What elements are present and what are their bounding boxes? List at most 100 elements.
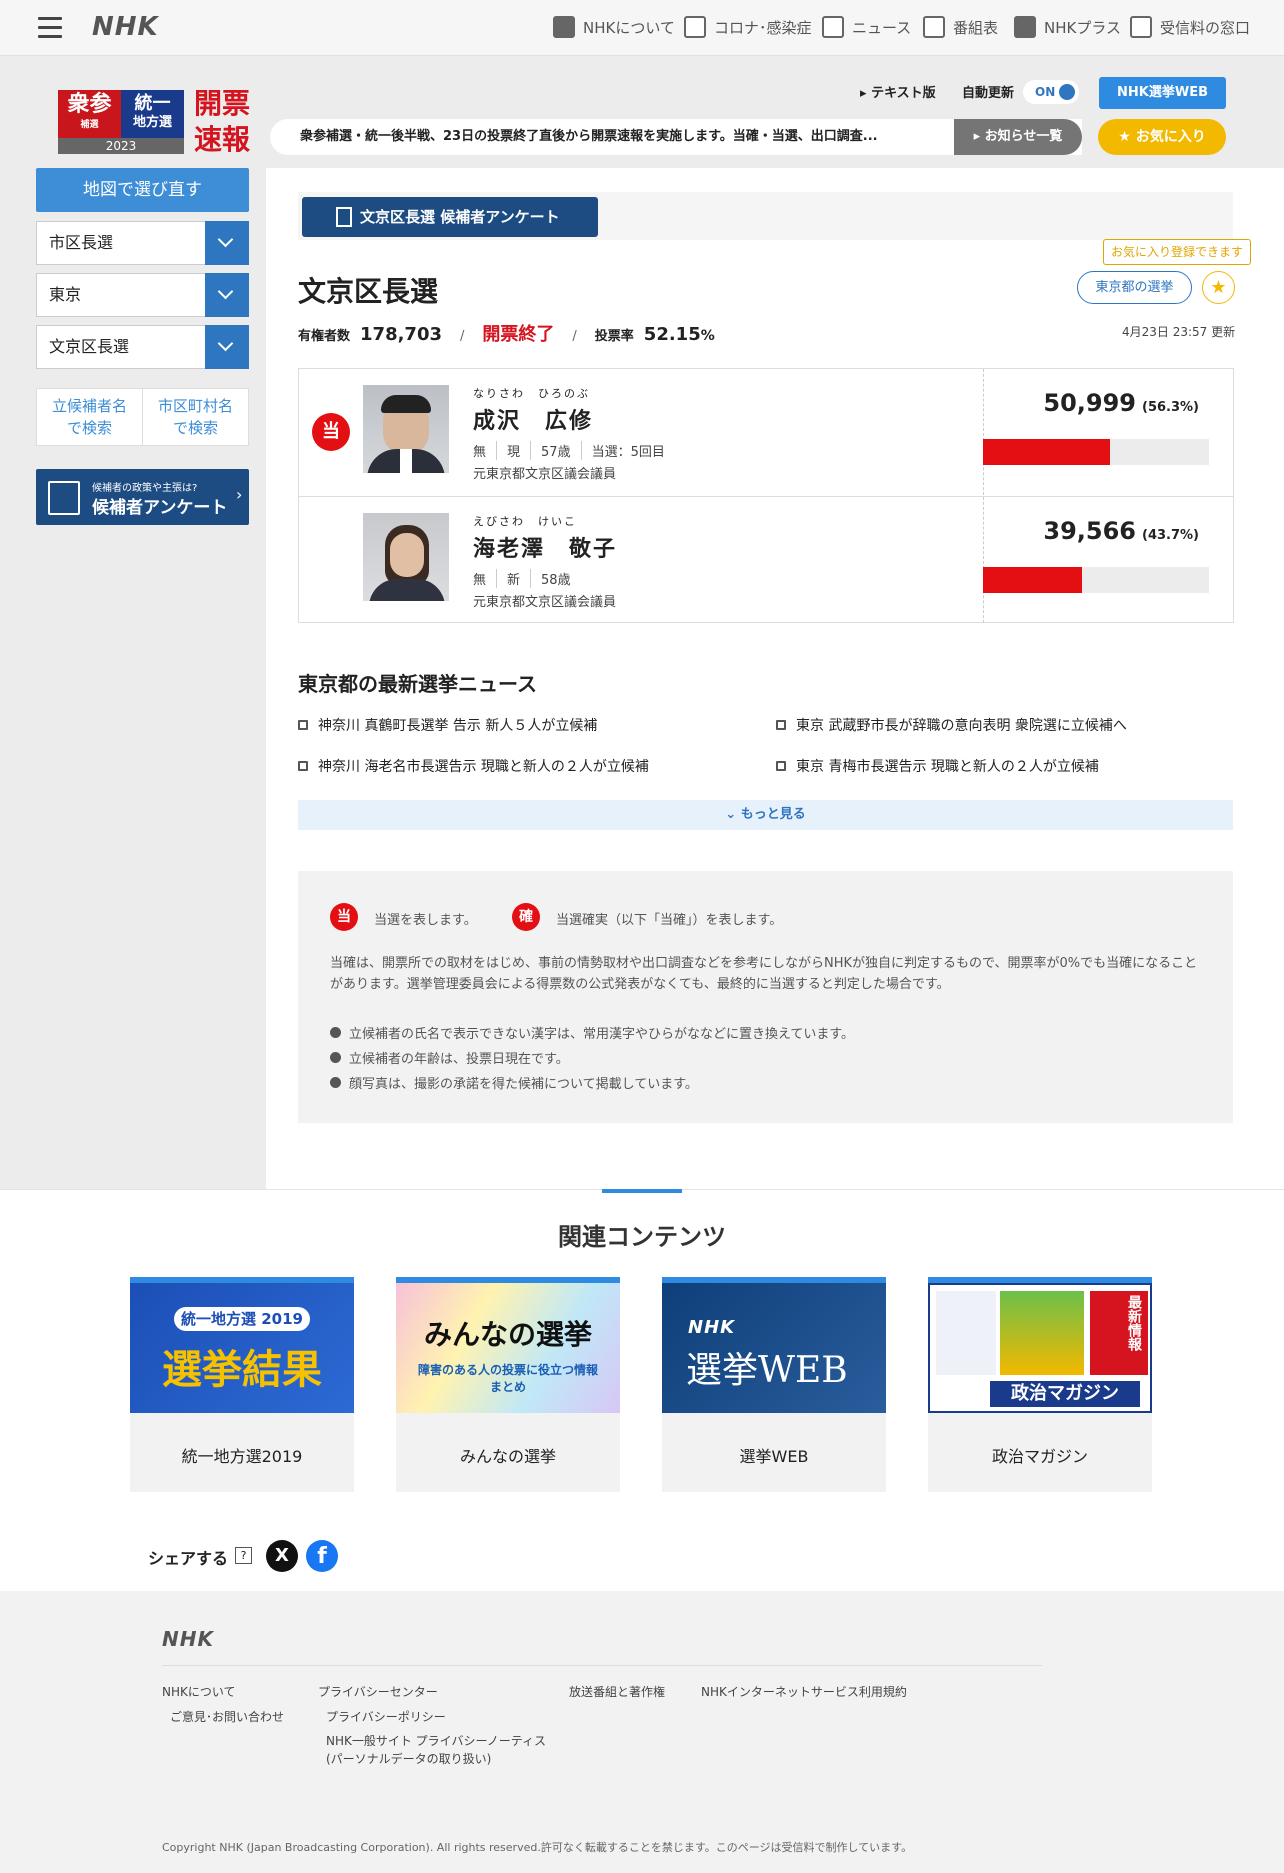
more-news-label: もっと見る [740,807,806,822]
more-news-button[interactable]: ⌄ もっと見る [298,800,1233,830]
election-web-button[interactable]: NHK選挙WEB [1099,77,1226,109]
candidate-row[interactable]: えびさわ けいこ 海老澤 敬子 無新 58歳 元東京都文京区議会議員 39,566… [299,496,1233,623]
search-by-candidate[interactable]: 立候補者名 で検索 [37,389,142,445]
footer-link-contact[interactable]: ご意見･お問い合わせ [170,1708,284,1725]
age: 58歳 [530,569,571,588]
logo-red: 衆参 補選 [58,90,121,138]
votes-pct: (56.3%) [1142,400,1199,415]
news-link[interactable]: 神奈川 海老名市長選告示 現職と新人の２人が立候補 [298,756,649,776]
election-select[interactable]: 文京区長選 [36,325,249,369]
candidate-survey-button[interactable]: 文京区長選 候補者アンケート [302,197,598,237]
election-logo[interactable]: 衆参 補選 統一 地方選 2023 [58,90,184,154]
tokyo-elections-button[interactable]: 東京都の選挙 [1077,271,1192,304]
nav-about-label: NHKについて [583,18,675,37]
auto-update-toggle[interactable]: ON [1023,80,1079,104]
card-image: 統一地方選 2019 選挙結果 [130,1283,354,1413]
vote-bar-fill [983,567,1082,593]
menu-icon[interactable] [38,17,62,39]
search-city-line1: 市区町村名 [157,397,233,415]
candidate-table: 当 なりさわ ひろのぶ 成沢 広修 無現 57歳 当選：5回目 元東京都文京区議会議… [298,368,1234,623]
footer-link-privacy-center[interactable]: プライバシーセンター [318,1683,438,1700]
nav-corona[interactable]: コロナ･感染症 [684,16,812,38]
footer-link-about[interactable]: NHKについて [162,1683,236,1700]
news-link[interactable]: 神奈川 真鶴町長選挙 告示 新人５人が立候補 [298,715,597,735]
footer-link-privacy-notice-sub[interactable]: (パーソナルデータの取り扱い) [326,1750,491,1767]
candidate-attrs: 無現 57歳 当選：5回目 [473,441,665,460]
divider [983,497,984,623]
related-card-2019[interactable]: 統一地方選 2019 選挙結果 統一地方選2019 [130,1277,354,1492]
card-image: みんなの選挙 障害のある人の投票に役立つ情報まとめ [396,1283,620,1413]
card-image-title: 政治マガジン [990,1381,1140,1407]
card-image-title: みんなの選挙 [423,1318,592,1351]
map-reselect-button[interactable]: 地図で選び直す [36,168,249,212]
card-label: みんなの選挙 [459,1447,556,1466]
nav-fee[interactable]: 受信料の窓口 [1130,16,1250,38]
footer-link-privacy-policy[interactable]: プライバシーポリシー [326,1708,446,1725]
related-card-web[interactable]: NHK 選挙WEB 選挙WEB [662,1277,886,1492]
related-card-minna[interactable]: みんなの選挙 障害のある人の投票に役立つ情報まとめ みんなの選挙 [396,1277,620,1492]
nav-about[interactable]: NHKについて [553,16,675,38]
nav-news[interactable]: ニュース [822,16,911,38]
page-title: 文京区長選 [298,275,439,308]
prefecture-select[interactable]: 東京 [36,273,249,317]
election-value: 文京区長選 [49,337,130,356]
related-heading: 関連コンテンツ [558,1223,726,1251]
search-candidate-line1: 立候補者名 [51,397,127,415]
search-by-city[interactable]: 市区町村名 で検索 [142,389,248,445]
turnout-label: 投票率 [594,329,634,344]
card-image-text: 最新情報 [1090,1291,1148,1375]
favorites-button[interactable]: ★ お気に入り [1098,119,1226,155]
votes-pct: (43.7%) [1142,528,1199,543]
certain-mark: 確 [512,903,540,931]
share-help-icon[interactable]: ? [235,1547,252,1564]
news-link[interactable]: 東京 青梅市長選告示 現職と新人の２人が立候補 [776,756,1099,776]
footer-link-terms[interactable]: NHKインターネットサービス利用規約 [701,1683,907,1700]
election-stats: 有権者数 178,703 / 開票終了 / 投票率 52.15% [298,320,715,346]
nhkplus-icon [1014,16,1036,38]
candidate-name: 海老澤 敬子 [473,537,618,562]
elected-mark-desc: 当選を表します。 [374,913,477,928]
search-box: 立候補者名 で検索 市区町村名 で検索 [36,388,249,446]
nav-nhkplus[interactable]: NHKプラス [1014,16,1121,38]
election-type-select[interactable]: 市区長選 [36,221,249,265]
vote-bar-fill [983,439,1111,465]
legend-bullet-text: 立候補者の氏名で表示できない漢字は、常用漢字やひらがななどに置き換えています。 [349,1027,855,1042]
nav-schedule[interactable]: 番組表 [923,16,998,38]
card-image: NHK 選挙WEB [662,1283,886,1413]
chevron-down-icon [205,325,249,369]
news-icon [822,16,844,38]
footer-logo[interactable]: NHK [162,1627,214,1651]
logo-red-sub: 補選 [80,120,99,130]
survey-icon [48,481,80,515]
legend-bullet: 立候補者の年齢は、投票日現在です。 [330,1048,569,1067]
related-card-magazine[interactable]: 最新情報 政治マガジン 政治マガジン [928,1277,1152,1492]
legend-bullet-text: 顔写真は、撮影の承諾を得た候補について掲載しています。 [349,1077,698,1092]
text-version-link[interactable]: ▸ テキスト版 [860,82,936,101]
facebook-share-icon[interactable]: f [306,1540,338,1572]
divider [983,369,984,495]
incumbency: 現 [496,441,520,460]
elected-mark: 当 [330,903,358,931]
x-share-icon[interactable]: X [266,1540,298,1572]
footer-link-privacy-notice[interactable]: NHK一般サイト プライバシーノーティス [326,1732,546,1749]
kaihyo-line1: 開票 [194,87,251,120]
article-icon [298,720,308,730]
article-icon [776,761,786,771]
footer-link-copyright[interactable]: 放送番組と著作権 [569,1683,665,1700]
party: 無 [473,445,487,460]
vote-bar [983,439,1209,465]
count-status: 開票終了 [482,324,555,345]
turnout-unit: % [700,328,715,344]
nav-corona-label: コロナ･感染症 [714,18,812,37]
star-icon[interactable]: ★ [1202,271,1235,304]
nav-nhkplus-label: NHKプラス [1044,18,1122,37]
text-version-label: テキスト版 [871,86,936,101]
notice-list-button[interactable]: ▸ お知らせ一覧 [954,119,1082,155]
news-link[interactable]: 東京 武蔵野市長が辞職の意向表明 衆院選に立候補へ [776,715,1127,735]
nhk-logo[interactable]: NHK [92,12,159,42]
candidate-row[interactable]: 当 なりさわ ひろのぶ 成沢 広修 無現 57歳 当選：5回目 元東京都文京区議会議… [299,369,1233,496]
candidate-survey-banner[interactable]: 候補者の政策や主張は? 候補者アンケート › [36,469,249,525]
career: 元東京都文京区議会議員 [473,467,617,482]
election-type-value: 市区長選 [49,233,114,252]
chevron-right-icon: › [236,485,243,504]
